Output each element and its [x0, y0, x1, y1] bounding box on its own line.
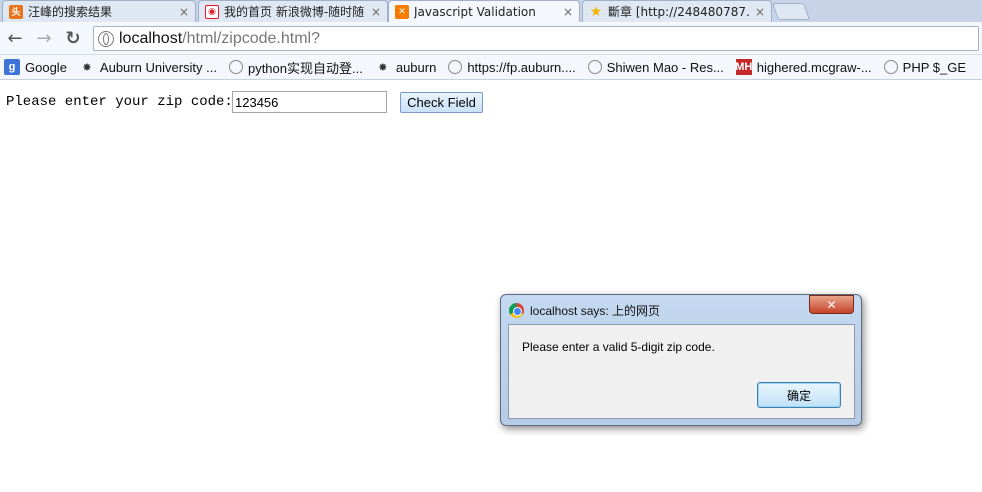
zip-code-input[interactable] [232, 91, 387, 113]
browser-toolbar: ← → ↻ localhost /html/zipcode.html? [0, 22, 982, 55]
mcgraw-hill-icon: MH [735, 59, 753, 75]
url-host: localhost [119, 29, 183, 47]
bookmarks-bar: g Google ✸ Auburn University ... python实… [0, 55, 982, 80]
tab-javascript-validation[interactable]: ✕ Javascript Validation × [388, 0, 580, 22]
dialog-message: Please enter a valid 5-digit zip code. [522, 340, 715, 354]
bookmark-label: auburn [395, 59, 437, 75]
star-icon: ★ [589, 3, 603, 20]
close-icon[interactable]: × [371, 5, 381, 19]
tab-title: 斷章 [http://248480787.q [608, 5, 749, 19]
bookmark-label: python实现自动登... [247, 60, 363, 76]
page-content: Please enter your zip code: Check Field [0, 81, 982, 492]
bookmark-label: PHP $_GE [902, 59, 967, 75]
zip-code-label: Please enter your zip code: [6, 94, 233, 110]
tab-title: 我的首页 新浪微博-随时随 [224, 5, 365, 19]
toutiao-icon: 头 [9, 4, 23, 19]
tab-title: 汪峰的搜索结果 [28, 5, 113, 19]
dialog-close-button[interactable]: ✕ [809, 295, 854, 314]
tab-title: Javascript Validation [414, 4, 536, 19]
page-info-icon[interactable] [98, 30, 114, 47]
bookmark-python-login[interactable]: python实现自动登... [228, 58, 363, 77]
bookmark-highered-mcgraw[interactable]: MH highered.mcgraw-... [735, 59, 872, 75]
url-path: /html/zipcode.html? [182, 29, 320, 47]
back-arrow-icon[interactable]: ← [5, 28, 25, 49]
alert-dialog: localhost says: 上的网页 ✕ Please enter a va… [500, 294, 862, 426]
globe-icon [228, 60, 243, 74]
google-icon: g [4, 59, 20, 75]
address-bar[interactable]: localhost /html/zipcode.html? [93, 26, 979, 51]
bookmark-label: Auburn University ... [99, 59, 217, 75]
globe-icon [587, 60, 602, 74]
globe-icon [448, 60, 463, 74]
dialog-body: Please enter a valid 5-digit zip code. 确… [508, 324, 855, 419]
close-icon[interactable]: × [179, 5, 189, 19]
auburn-tiger-icon: ✸ [378, 61, 388, 74]
bookmark-fp-auburn[interactable]: https://fp.auburn.... [448, 59, 576, 75]
bookmark-php-get[interactable]: PHP $_GE [883, 59, 967, 75]
bookmark-auburn-university[interactable]: ✸ Auburn University ... [79, 59, 217, 75]
globe-icon [883, 60, 898, 74]
bookmark-auburn[interactable]: ✸ auburn [375, 59, 436, 75]
dialog-title: localhost says: 上的网页 [530, 304, 661, 318]
tab-duanzhang[interactable]: ★ 斷章 [http://248480787.q × [582, 0, 772, 22]
ok-button[interactable]: 确定 [757, 382, 841, 408]
new-tab-button[interactable] [771, 3, 811, 20]
weibo-icon: ◉ [205, 4, 219, 19]
close-icon[interactable]: × [563, 5, 573, 19]
tab-weibo[interactable]: ◉ 我的首页 新浪微博-随时随 × [198, 0, 388, 22]
tab-strip: 头 汪峰的搜索结果 × ◉ 我的首页 新浪微博-随时随 × ✕ Javascri… [0, 0, 982, 22]
bookmark-label: https://fp.auburn.... [467, 59, 576, 75]
bookmark-label: highered.mcgraw-... [756, 59, 872, 75]
bookmark-label: Shiwen Mao - Res... [606, 59, 724, 75]
bookmark-shiwen-mao[interactable]: Shiwen Mao - Res... [587, 59, 724, 75]
check-field-button[interactable]: Check Field [400, 92, 483, 113]
xampp-icon: ✕ [395, 4, 409, 19]
bookmark-label: Google [25, 59, 67, 75]
reload-icon[interactable]: ↻ [63, 28, 83, 49]
chrome-icon [509, 303, 524, 318]
auburn-tiger-icon: ✸ [82, 61, 92, 74]
close-icon[interactable]: × [755, 5, 765, 19]
forward-arrow-icon[interactable]: → [34, 28, 54, 49]
bookmark-google[interactable]: g Google [4, 59, 67, 75]
tab-wangfeng-search[interactable]: 头 汪峰的搜索结果 × [2, 0, 196, 22]
